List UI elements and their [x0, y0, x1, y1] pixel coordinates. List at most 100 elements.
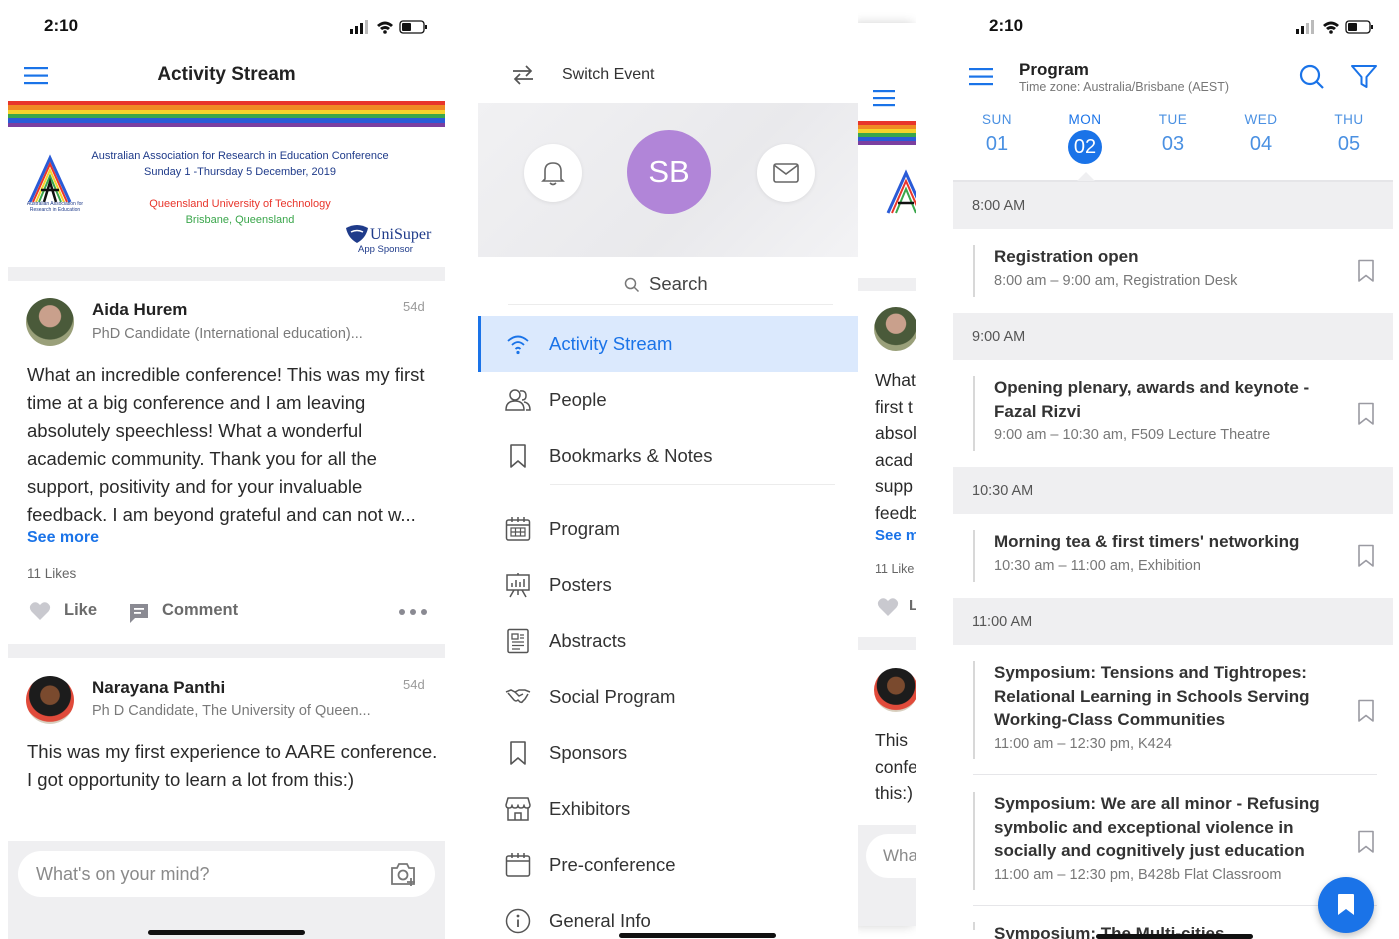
home-indicator [148, 930, 305, 935]
search-icon[interactable] [1299, 64, 1325, 90]
composer-input: Wha [866, 834, 916, 878]
sidebar-item-bookmarks-notes[interactable]: Bookmarks & Notes [478, 428, 858, 484]
session-row[interactable]: Registration open 8:00 am – 9:00 am, Regi… [973, 229, 1375, 313]
session-bar [973, 661, 975, 759]
sidebar-item-abstracts[interactable]: Abstracts [478, 613, 858, 669]
day-date: 03 [1161, 133, 1185, 155]
sidebar-item-label: Pre-conference [549, 854, 676, 875]
day-tab-wed[interactable]: WED 04 [1231, 112, 1291, 156]
search-button[interactable]: Search [649, 273, 708, 295]
sidebar-item-social-program[interactable]: Social Program [478, 669, 858, 725]
separator [8, 267, 445, 281]
day-date: 01 [985, 133, 1009, 155]
day-date: 05 [1337, 133, 1361, 155]
peek-text-line: this:) [875, 783, 913, 803]
bookmark-icon[interactable] [1357, 544, 1375, 568]
bookmark-icon[interactable] [1357, 402, 1375, 426]
notifications-button[interactable] [524, 144, 582, 202]
avatar[interactable] [26, 676, 74, 724]
status-icons [1296, 19, 1376, 35]
composer-placeholder: What's on your mind? [36, 864, 210, 884]
sidebar-item-exhibitors[interactable]: Exhibitors [478, 781, 858, 837]
hamburger-menu-icon[interactable] [873, 90, 895, 107]
session-row[interactable]: Symposium: We are all minor - Refusing s… [973, 776, 1377, 906]
switch-event-icon[interactable] [511, 65, 535, 85]
messages-button[interactable] [757, 144, 815, 202]
peek-text-line: acad [875, 449, 913, 470]
aare-logo [884, 169, 916, 219]
session-title: Symposium: Tensions and Tightropes: Rela… [994, 663, 1310, 729]
day-tab-tue[interactable]: TUE 03 [1143, 112, 1203, 156]
sidebar-item-people[interactable]: People [478, 372, 858, 428]
see-more-link[interactable]: See more [27, 529, 99, 547]
like-button[interactable]: Like [64, 601, 97, 620]
session-meta: 8:00 am – 9:00 am, Registration Desk [994, 272, 1238, 289]
day-tab-sun[interactable]: SUN 01 [967, 112, 1027, 156]
like-button: L [909, 597, 916, 614]
avatar[interactable]: SB [627, 130, 711, 214]
heart-icon[interactable] [29, 601, 51, 621]
filter-icon[interactable] [1350, 64, 1378, 90]
day-tab-thu[interactable]: THU 05 [1319, 112, 1379, 156]
search-icon[interactable] [624, 277, 640, 293]
switch-event-button[interactable]: Switch Event [562, 66, 654, 84]
bookmarks-fab[interactable] [1318, 877, 1374, 933]
session-row[interactable]: Opening plenary, awards and keynote - Fa… [973, 360, 1375, 467]
session-bar [973, 922, 975, 930]
more-options-icon[interactable] [398, 608, 428, 616]
sidebar-item-program[interactable]: Program [478, 501, 858, 557]
sidebar-item-posters[interactable]: Posters [478, 557, 858, 613]
sidebar-item-label: Program [549, 518, 620, 539]
divider [508, 304, 833, 305]
comment-button[interactable]: Comment [162, 601, 238, 620]
session-bar [973, 376, 975, 451]
sidebar-item-pre-conference[interactable]: Pre-conference [478, 837, 858, 893]
avatar-initials: SB [648, 154, 690, 189]
likes-count[interactable]: 11 Likes [27, 566, 76, 581]
peek-activity-stream[interactable]: What first t absol acad supp feedb See m 11 L… [856, 23, 916, 926]
heart-icon [877, 597, 899, 617]
rainbow-stripe [856, 121, 916, 145]
bookmark-icon[interactable] [1357, 830, 1375, 854]
sidebar-item-label: Exhibitors [549, 798, 631, 819]
avatar[interactable] [26, 298, 74, 346]
calendar-icon [505, 852, 531, 878]
sidebar-item-label: Social Program [549, 686, 676, 707]
comment-icon[interactable] [128, 602, 150, 624]
session-row[interactable]: Symposium: Tensions and Tightropes: Rela… [973, 645, 1377, 775]
day-name: TUE [1158, 112, 1188, 127]
sidebar-item-label: Posters [549, 574, 612, 595]
home-indicator [619, 933, 776, 938]
drawer-panel: Switch Event SB Search Activity Stream Pe… [478, 0, 858, 939]
sidebar-item-activity-stream[interactable]: Activity Stream [478, 316, 858, 372]
post-body: What an incredible conference! This was … [27, 364, 425, 525]
banner-line-1: Australian Association for Research in E… [91, 150, 389, 162]
bookmark-icon[interactable] [1357, 699, 1375, 723]
bookmark-icon[interactable] [1357, 259, 1375, 283]
session-title: Registration open [994, 247, 1139, 266]
day-tab-mon[interactable]: MON 02 [1055, 112, 1115, 164]
session-row[interactable]: Morning tea & first timers' networking 10… [973, 514, 1375, 598]
status-time: 2:10 [989, 16, 1024, 35]
hamburger-menu-icon[interactable] [969, 68, 993, 86]
session-title: Symposium: We are all minor - Refusing s… [994, 794, 1320, 860]
sponsor-sub: App Sponsor [358, 244, 413, 255]
page-title: Activity Stream [157, 64, 296, 85]
post-author-name[interactable]: Aida Hurem [92, 300, 187, 320]
peek-text-line: feedb [875, 502, 916, 523]
composer-input[interactable]: What's on your mind? [18, 851, 435, 897]
session-bar [973, 530, 975, 582]
session-bar [973, 792, 975, 890]
sidebar-item-label: Activity Stream [549, 333, 673, 354]
post-author-name[interactable]: Narayana Panthi [92, 678, 225, 698]
rainbow-stripe [8, 101, 445, 127]
envelope-icon [773, 163, 799, 183]
time-slot-header: 10:30 AM [953, 467, 1393, 514]
time-slot-header: 8:00 AM [953, 182, 1393, 229]
post-age: 54d [403, 299, 425, 314]
camera-icon[interactable] [389, 861, 417, 887]
avatar [874, 307, 916, 351]
divider [550, 484, 835, 485]
navigation-drawer-screen: What first t absol acad supp feedb See m 11 L… [478, 0, 916, 939]
sidebar-item-sponsors[interactable]: Sponsors [478, 725, 858, 781]
